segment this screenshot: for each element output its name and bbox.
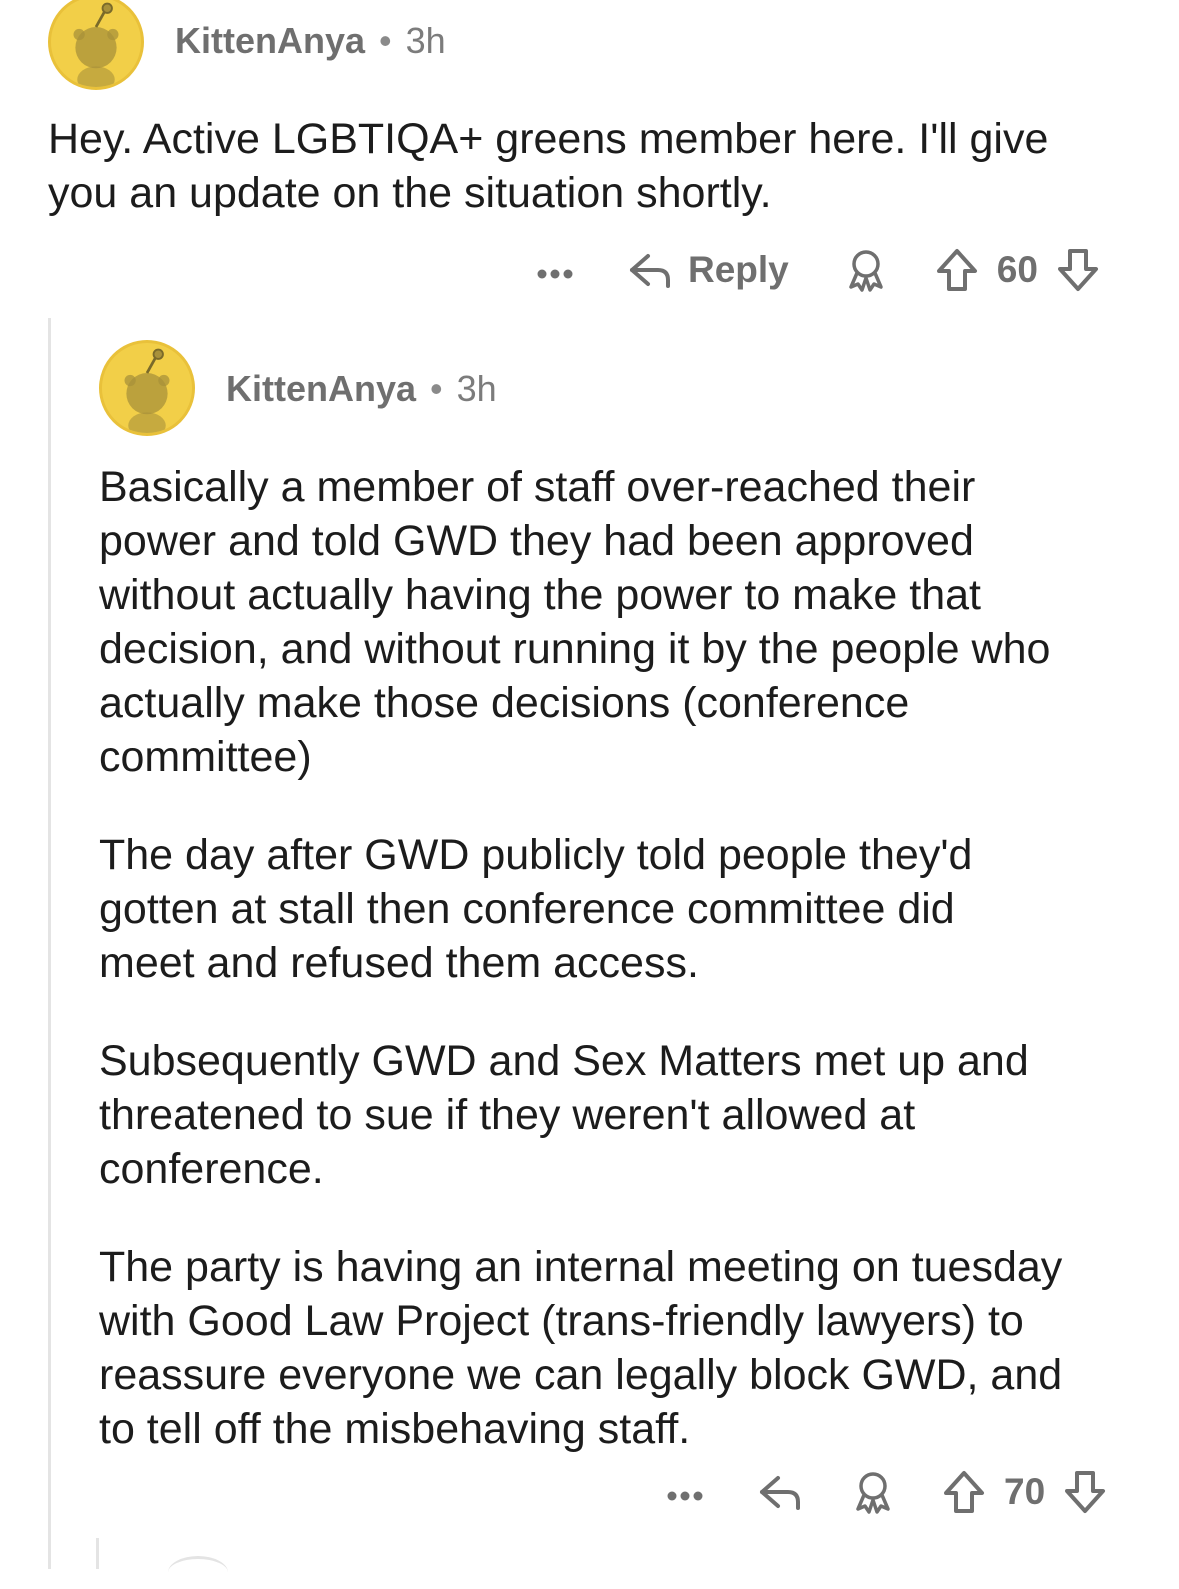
snoo-avatar-icon [73,2,119,87]
comment-text-line: decision, and without running it by the … [99,625,1051,673]
upvote-arrow-icon[interactable] [935,247,979,293]
downvote-arrow-icon[interactable] [1056,247,1100,293]
comment-text-line: to tell off the misbehaving staff. [99,1405,691,1453]
timestamp: 3h [456,368,497,409]
comment-text-line: The day after GWD publicly told people t… [99,831,973,879]
more-dots-icon[interactable] [530,250,580,290]
comment-text-line: Subsequently GWD and Sex Matters met up … [99,1037,1029,1085]
comment-actions: Reply 60 [530,242,1100,298]
downvote-arrow-icon[interactable] [1063,1469,1107,1515]
thread-line[interactable] [48,318,51,1569]
separator: • [430,368,443,409]
comment-text-line: meet and refused them access. [99,939,699,987]
separator: • [379,20,392,61]
comment-body: Basically a member of staff over-reached… [99,460,1159,1456]
upvote-arrow-icon[interactable] [942,1469,986,1515]
award-icon[interactable] [843,247,889,293]
avatar[interactable] [48,0,144,90]
username[interactable]: KittenAnya [175,20,365,61]
paragraph: Subsequently GWD and Sex Matters met up … [99,1034,1159,1196]
next-avatar-partial [168,1556,228,1589]
paragraph: The day after GWD publicly told people t… [99,828,1159,990]
comment-text-line: The party is having an internal meeting … [99,1243,1063,1291]
snoo-avatar-icon [124,348,170,433]
more-dots-icon[interactable] [660,1472,710,1512]
comment-actions: 70 [660,1464,1107,1520]
comment-text-line: conference. [99,1145,324,1193]
comment-text-line: committee) [99,733,312,781]
comment-text-line: actually make those decisions (conferenc… [99,679,910,727]
reply-arrow-icon[interactable] [626,250,674,290]
comment-text-line: without actually having the power to mak… [99,571,982,619]
vote-score: 70 [1004,1471,1046,1512]
paragraph: The party is having an internal meeting … [99,1240,1159,1456]
comment-text-line: reassure everyone we can legally block G… [99,1351,1063,1399]
comment-text-line: Basically a member of staff over-reached… [99,463,976,511]
comment-text-line: with Good Law Project (trans-friendly la… [99,1297,1024,1345]
reply-arrow-icon[interactable] [756,1472,804,1512]
comment-meta: KittenAnya • 3h [226,368,497,410]
award-icon[interactable] [850,1469,896,1515]
comment-text-line: Hey. Active LGBTIQA+ greens member here.… [48,115,1049,163]
timestamp: 3h [405,20,446,61]
username[interactable]: KittenAnya [226,368,416,409]
comment-text-line: you an update on the situation shortly. [48,169,772,217]
nested-thread-line[interactable] [96,1538,99,1569]
comment-text-line: threatened to sue if they weren't allowe… [99,1091,916,1139]
reply-button[interactable]: Reply [688,249,789,291]
comment-body: Hey. Active LGBTIQA+ greens member here.… [48,112,1148,220]
avatar[interactable] [99,340,195,436]
paragraph: Basically a member of staff over-reached… [99,460,1159,784]
comment-meta: KittenAnya • 3h [175,20,446,62]
vote-score: 60 [996,249,1038,290]
comment-text-line: power and told GWD they had been approve… [99,517,974,565]
comment-text-line: gotten at stall then conference committe… [99,885,955,933]
